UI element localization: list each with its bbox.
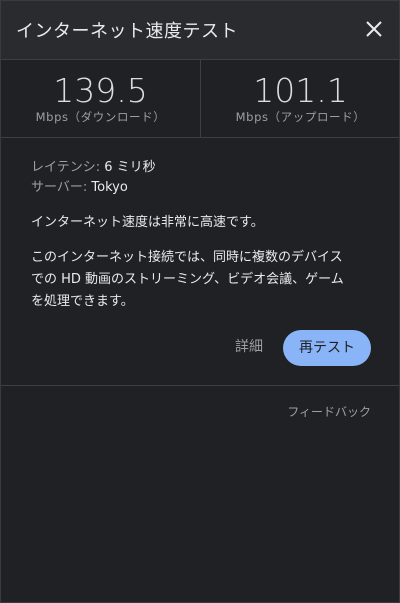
download-result: 139.5 Mbps（ダウンロード） — [1, 60, 200, 137]
description-line: を処理できます。 — [31, 294, 134, 309]
server-label: サーバー: — [31, 180, 88, 195]
speed-description: このインターネット接続では、同時に複数のデバイス での HD 動画のストリーミン… — [31, 247, 376, 313]
speed-results: 139.5 Mbps（ダウンロード） 101.1 Mbps（アップロード） — [1, 60, 399, 138]
close-button[interactable] — [359, 14, 389, 44]
connection-info: レイテンシ: 6 ミリ秒 サーバー: Tokyo — [31, 158, 376, 198]
upload-result: 101.1 Mbps（アップロード） — [200, 60, 400, 137]
server-value: Tokyo — [91, 180, 128, 195]
divider — [1, 385, 399, 386]
speed-summary: インターネット速度は非常に高速です。 — [31, 215, 264, 230]
latency-label: レイテンシ: — [31, 160, 101, 175]
upload-speed-unit: Mbps（アップロード） — [235, 110, 366, 124]
server-row: サーバー: Tokyo — [31, 178, 376, 198]
upload-speed-value: 101.1 — [253, 71, 348, 110]
close-icon — [366, 21, 382, 37]
header: インターネット速度テスト — [1, 1, 399, 60]
retest-button[interactable]: 再テスト — [283, 330, 371, 366]
description-line: での HD 動画のストリーミング、ビデオ会議、ゲーム — [31, 272, 344, 287]
download-speed-unit: Mbps（ダウンロード） — [35, 110, 166, 124]
description-line: このインターネット接続では、同時に複数のデバイス — [31, 250, 343, 265]
download-speed-value: 139.5 — [53, 71, 148, 110]
speed-test-panel: インターネット速度テスト 139.5 Mbps（ダウンロード） 101.1 Mb… — [0, 0, 400, 603]
page-title: インターネット速度テスト — [16, 21, 238, 42]
feedback-link[interactable]: フィードバック — [271, 403, 371, 420]
latency-value: 6 ミリ秒 — [104, 160, 156, 175]
latency-row: レイテンシ: 6 ミリ秒 — [31, 158, 376, 178]
details-button[interactable]: 詳細 — [225, 331, 273, 363]
